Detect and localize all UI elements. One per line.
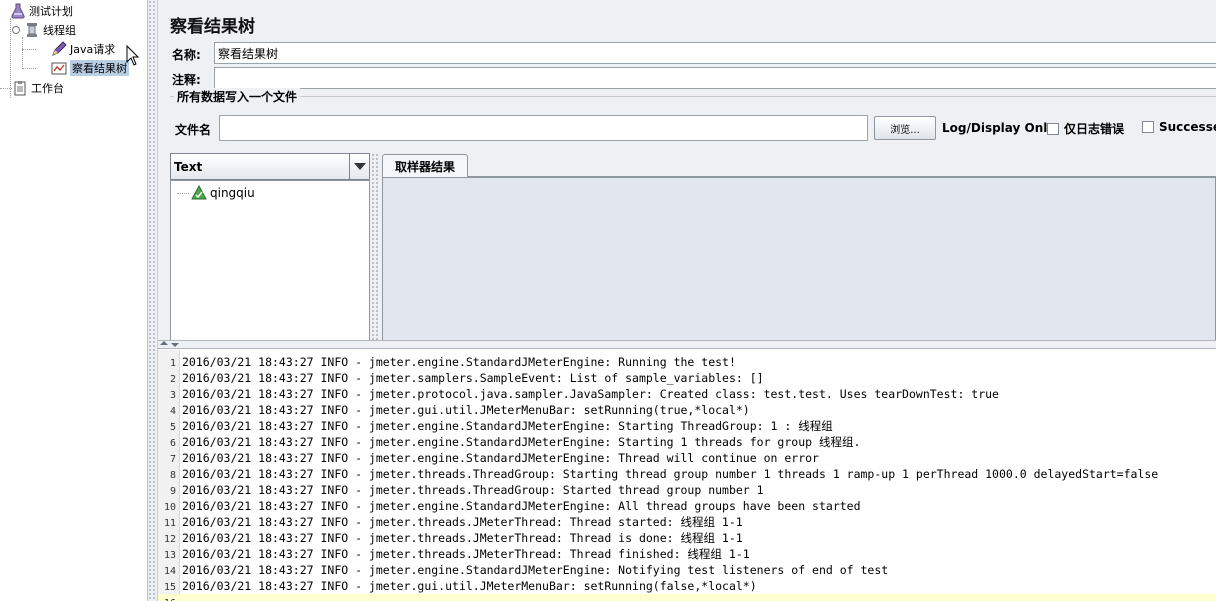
renderer-select-value: Text [174, 159, 203, 174]
log-line: 1 2016/03/21 18:43:27 INFO - jmeter.engin… [158, 354, 1216, 370]
view-results-tree-panel: 察看结果树 名称: 察看结果树 注释: 所有数据写入一个文件 文件名 浏览...… [158, 0, 1216, 340]
java-request-pen-icon [51, 41, 67, 57]
log-text: 2016/03/21 18:43:27 INFO - jmeter.engine… [182, 419, 833, 433]
name-input[interactable]: 察看结果树 [214, 42, 1216, 64]
tree-node-workbench[interactable]: 工作台 [12, 79, 64, 97]
vertical-splitter[interactable] [148, 0, 158, 601]
results-tree-chart-icon [51, 60, 67, 76]
tree-node-label: 察看结果树 [70, 60, 129, 76]
results-splitter[interactable] [371, 153, 380, 340]
renderer-select[interactable]: Text [170, 153, 370, 180]
test-plan-tree[interactable]: 测试计划 线程组 Java请求 察看结果树 工作台 [0, 0, 148, 601]
log-text: 2016/03/21 18:43:27 INFO - jmeter.thread… [182, 467, 1159, 481]
chevron-down-icon[interactable] [349, 154, 369, 179]
page-title: 察看结果树 [170, 17, 255, 37]
success-triangle-icon [191, 184, 207, 201]
log-text: 2016/03/21 18:43:27 INFO - jmeter.thread… [182, 547, 750, 561]
log-text: 2016/03/21 18:43:27 INFO - jmeter.engine… [182, 499, 861, 513]
workbench-clipboard-icon [12, 80, 28, 96]
log-line: 5 2016/03/21 18:43:27 INFO - jmeter.engin… [158, 418, 1216, 434]
tree-node-label: 线程组 [43, 24, 76, 37]
log-line: 7 2016/03/21 18:43:27 INFO - jmeter.engin… [158, 450, 1216, 466]
sample-results-tree[interactable]: qingqiu [170, 180, 370, 340]
log-line: 8 2016/03/21 18:43:27 INFO - jmeter.threa… [158, 466, 1216, 482]
line-number: 16 [158, 596, 178, 601]
log-text: 2016/03/21 18:43:27 INFO - jmeter.engine… [182, 435, 861, 449]
log-line: 11 2016/03/21 18:43:27 INFO - jmeter.thre… [158, 514, 1216, 530]
expand-down-icon[interactable] [171, 343, 179, 347]
file-group-title: 所有数据写入一个文件 [174, 88, 301, 105]
log-text: 2016/03/21 18:43:27 INFO - jmeter.thread… [182, 483, 764, 497]
tree-node-view-results-tree[interactable]: 察看结果树 [51, 59, 129, 77]
log-line: 13 2016/03/21 18:43:27 INFO - jmeter.thre… [158, 546, 1216, 562]
log-text: 2016/03/21 18:43:27 INFO - jmeter.thread… [182, 515, 743, 529]
log-line: 6 2016/03/21 18:43:27 INFO - jmeter.engin… [158, 434, 1216, 450]
checkbox-box[interactable] [1047, 122, 1059, 135]
test-plan-flask-icon [10, 3, 26, 19]
log-line: 14 2016/03/21 18:43:27 INFO - jmeter.engi… [158, 562, 1216, 578]
checkbox-box[interactable] [1142, 121, 1154, 133]
log-text: 2016/03/21 18:43:27 INFO - jmeter.engine… [182, 451, 819, 465]
mouse-cursor-icon [126, 45, 140, 66]
log-viewer[interactable]: 1 2016/03/21 18:43:27 INFO - jmeter.engin… [158, 350, 1216, 601]
successes-label: Successes [1159, 120, 1216, 134]
log-splitter[interactable] [158, 340, 1216, 349]
result-tabs: 取样器结果 [382, 153, 1216, 177]
errors-only-checkbox[interactable]: 仅日志错误 [1047, 120, 1124, 137]
log-line: 15 2016/03/21 18:43:27 INFO - jmeter.gui.… [158, 578, 1216, 594]
successes-checkbox[interactable]: Successes [1142, 120, 1216, 134]
tree-node-thread-group[interactable]: 线程组 [12, 21, 76, 39]
filename-label: 文件名 [175, 123, 212, 137]
comment-input[interactable] [214, 67, 1216, 89]
tree-node-test-plan[interactable]: 测试计划 [10, 2, 73, 20]
sample-result-label: qingqiu [210, 186, 255, 200]
log-text: 2016/03/21 18:43:27 INFO - jmeter.engine… [182, 355, 736, 369]
log-text: 2016/03/21 18:43:27 INFO - jmeter.gui.ut… [182, 579, 757, 593]
log-line: 12 2016/03/21 18:43:27 INFO - jmeter.thre… [158, 530, 1216, 546]
log-line: 16 [158, 594, 1216, 601]
tab-sampler-result[interactable]: 取样器结果 [382, 154, 468, 177]
log-line: 9 2016/03/21 18:43:27 INFO - jmeter.threa… [158, 482, 1216, 498]
expand-toggle-icon[interactable] [12, 26, 20, 34]
filename-input[interactable] [219, 115, 868, 141]
sample-result-item[interactable]: qingqiu [191, 184, 255, 202]
jmeter-window: 测试计划 线程组 Java请求 察看结果树 工作台 察看结果树 名称: 察看结果… [0, 0, 1216, 601]
tree-node-label: 测试计划 [29, 5, 73, 18]
log-text: 2016/03/21 18:43:27 INFO - jmeter.gui.ut… [182, 403, 750, 417]
log-line: 10 2016/03/21 18:43:27 INFO - jmeter.engi… [158, 498, 1216, 514]
log-line: 2 2016/03/21 18:43:27 INFO - jmeter.sampl… [158, 370, 1216, 386]
errors-only-label: 仅日志错误 [1064, 122, 1125, 136]
sampler-result-content [382, 177, 1216, 340]
thread-group-spool-icon [24, 22, 40, 38]
log-text: 2016/03/21 18:43:27 INFO - jmeter.protoc… [182, 387, 999, 401]
log-text: 2016/03/21 18:43:27 INFO - jmeter.engine… [182, 563, 889, 577]
log-line: 3 2016/03/21 18:43:27 INFO - jmeter.proto… [158, 386, 1216, 402]
tree-node-label: Java请求 [70, 43, 116, 56]
log-text: 2016/03/21 18:43:27 INFO - jmeter.thread… [182, 531, 743, 545]
log-display-only-label: Log/Display Only: [942, 121, 1060, 135]
log-line: 4 2016/03/21 18:43:27 INFO - jmeter.gui.u… [158, 402, 1216, 418]
tree-node-java-request[interactable]: Java请求 [51, 40, 115, 58]
comment-label: 注释: [172, 73, 201, 87]
collapse-up-icon[interactable] [160, 341, 168, 345]
log-text: 2016/03/21 18:43:27 INFO - jmeter.sample… [182, 371, 764, 385]
tree-node-label: 工作台 [31, 82, 64, 95]
browse-button[interactable]: 浏览... [874, 116, 936, 140]
name-label: 名称: [172, 48, 201, 62]
